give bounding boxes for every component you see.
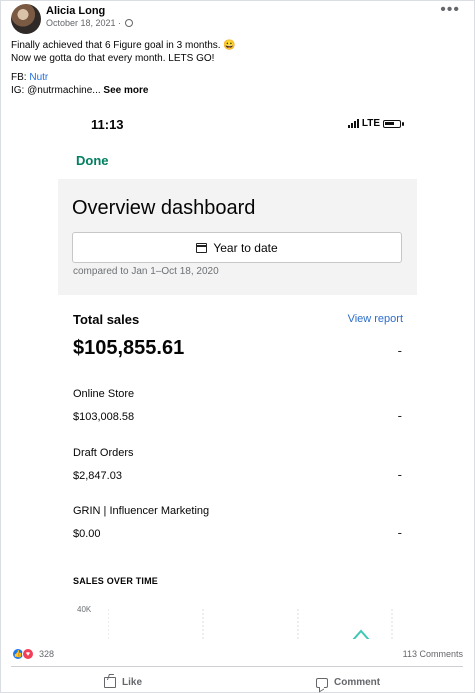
status-time: 11:13 <box>91 117 124 132</box>
sales-chart-preview <box>108 609 393 639</box>
instagram-text: IG: @nutrmachine... <box>11 85 101 96</box>
author-avatar[interactable] <box>11 4 41 34</box>
comment-count[interactable]: 113 Comments <box>403 649 463 659</box>
phone-status: LTE <box>347 118 404 129</box>
comment-button[interactable]: Comment <box>316 677 380 688</box>
facebook-post: Alicia Long October 18, 2021 · ••• Final… <box>0 0 475 693</box>
caption-line: Now we gotta do that every month. LETS G… <box>11 53 215 64</box>
sales-row-trend: - <box>397 408 402 423</box>
chart-peak <box>352 629 370 639</box>
sales-row-label: Online Store <box>73 388 135 400</box>
battery-icon <box>383 119 404 128</box>
reaction-count: 328 <box>39 649 55 659</box>
total-sales-value: $105,855.61 <box>73 337 185 359</box>
dashboard-title: Overview dashboard <box>72 197 256 219</box>
chart-y-tick: 40K <box>77 605 92 614</box>
sales-row-label: Draft Orders <box>73 447 134 459</box>
love-reaction-icon: ♥ <box>22 648 34 660</box>
comment-icon <box>316 677 328 688</box>
facebook-page-link[interactable]: Nutr <box>29 72 48 83</box>
network-label: LTE <box>361 118 380 129</box>
comparison-text: compared to Jan 1–Oct 18, 2020 <box>73 266 219 277</box>
more-icon[interactable]: ••• <box>440 1 460 19</box>
sales-row-value: $0.00 <box>73 528 101 540</box>
globe-icon <box>125 19 134 27</box>
post-meta: October 18, 2021 · <box>46 18 134 28</box>
caption-line: Finally achieved that 6 Figure goal in 3… <box>11 40 236 51</box>
signal-icon <box>347 119 359 128</box>
total-sales-label: Total sales <box>73 312 140 327</box>
total-sales-trend: - <box>397 343 402 358</box>
date-filter-button: Year to date <box>72 232 402 263</box>
like-label: Like <box>122 677 143 688</box>
sales-row-label: GRIN | Influencer Marketing <box>73 505 210 517</box>
instagram-line: IG: @nutrmachine... See more <box>11 84 148 97</box>
post-date[interactable]: October 18, 2021 · <box>46 18 121 28</box>
comment-label: Comment <box>334 677 381 688</box>
sales-row-trend: - <box>397 467 402 482</box>
like-icon <box>104 677 116 688</box>
action-divider <box>11 666 463 667</box>
reaction-summary[interactable]: 👍 ♥ 328 <box>12 648 54 660</box>
calendar-icon <box>196 242 208 253</box>
see-more-link[interactable]: See more <box>103 85 148 96</box>
author-name[interactable]: Alicia Long <box>46 5 105 17</box>
sales-row-value: $103,008.58 <box>73 411 135 423</box>
view-report-link: View report <box>347 313 403 325</box>
done-button: Done <box>76 153 109 168</box>
sales-row-value: $2,847.03 <box>73 470 122 482</box>
chart-title: SALES OVER TIME <box>73 576 159 586</box>
facebook-link-line: FB: Nutr <box>11 71 48 84</box>
like-button[interactable]: Like <box>104 677 142 688</box>
facebook-label: FB: <box>11 72 30 83</box>
sales-row-trend: - <box>397 525 402 540</box>
dashboard-screenshot[interactable]: 11:13 LTE Done Overview dashboard Year t… <box>58 104 418 639</box>
date-filter-label: Year to date <box>213 240 278 255</box>
